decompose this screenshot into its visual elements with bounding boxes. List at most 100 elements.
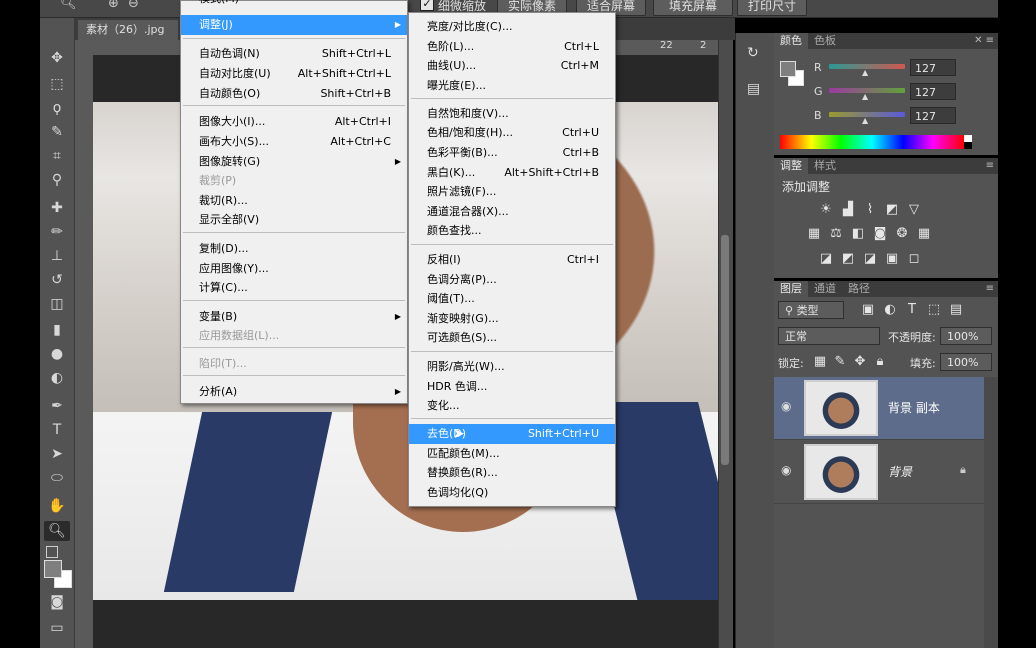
lock-position-icon[interactable]: ✥ (852, 355, 868, 369)
history-panel-icon[interactable]: ↻ (747, 45, 759, 61)
filter-adjustment-icon[interactable]: ◐ (882, 303, 898, 317)
adjust-submenu-item[interactable]: HDR 色调... (409, 377, 615, 397)
adjust-submenu-item[interactable]: 曲线(U)... Ctrl+M (409, 56, 615, 76)
opacity-field[interactable]: 100% (940, 327, 992, 345)
fill-screen-button[interactable]: 填充屏幕 (653, 0, 733, 16)
tab-swatches[interactable]: 色板 (808, 33, 842, 49)
move-tool-icon[interactable]: ✥ (44, 48, 70, 68)
lock-all-icon[interactable]: 🔒︎ (872, 355, 888, 369)
layer-row-background[interactable]: ◉ 背景 🔒︎ (774, 441, 984, 504)
zoom-tool-icon-selected[interactable]: 🔍︎ (44, 521, 70, 541)
document-tab[interactable]: 素材（26）.jpg @ (78, 20, 178, 56)
adjust-submenu-item[interactable]: 变化... (409, 396, 615, 416)
dodge-tool-icon[interactable]: ◐ (44, 368, 70, 388)
adjust-submenu-item[interactable]: 匹配颜色(M)... (409, 444, 615, 464)
foreground-color-swatch[interactable] (44, 560, 62, 578)
image-menu-item[interactable]: 分析(A) ▶ (181, 382, 407, 402)
image-menu-item[interactable]: 自动颜色(O) Shift+Ctrl+B (181, 84, 407, 104)
image-menu-item[interactable]: 裁切(R)... (181, 191, 407, 211)
zoom-in-icon[interactable]: ⊕ (108, 0, 119, 11)
pen-tool-icon[interactable]: ✒ (44, 396, 70, 416)
fg-color-swatch[interactable] (780, 61, 796, 77)
tab-styles[interactable]: 样式 (808, 158, 842, 174)
b-value[interactable]: 127 (910, 107, 956, 124)
levels-icon[interactable]: ▟ (840, 203, 856, 217)
scrollbar-thumb[interactable] (721, 235, 729, 465)
white-chip[interactable] (964, 135, 972, 142)
image-menu-item[interactable]: 调整(J) ▶ (181, 15, 407, 35)
black-white-icon[interactable]: ◧ (850, 227, 866, 241)
color-spectrum-ramp[interactable] (780, 135, 964, 149)
black-chip[interactable] (964, 142, 972, 149)
gradient-tool-icon[interactable]: ▮ (44, 320, 70, 340)
quick-select-tool-icon[interactable]: ✎ (44, 122, 70, 142)
adjust-submenu-item[interactable]: 色相/饱和度(H)... Ctrl+U (409, 123, 615, 143)
tab-paths[interactable]: 路径 (842, 281, 876, 297)
menu-item-mode-partial[interactable]: 模式(M) (181, 0, 407, 9)
lasso-tool-icon[interactable]: ϙ (44, 98, 70, 118)
hand-tool-icon[interactable]: ✋ (44, 496, 70, 516)
visibility-eye-icon[interactable]: ◉ (781, 463, 791, 477)
adjust-submenu-item[interactable]: 去色(D) Shift+Ctrl+U ➤ (409, 424, 615, 444)
r-slider-thumb[interactable]: ▲ (862, 68, 868, 77)
adjust-submenu-item[interactable]: 色阶(L)... Ctrl+L (409, 37, 615, 57)
adjust-submenu-item[interactable]: 色彩平衡(B)... Ctrl+B (409, 143, 615, 163)
tab-layers[interactable]: 图层 (774, 281, 808, 297)
fill-field[interactable]: 100% (940, 353, 992, 371)
filter-type-icon[interactable]: T (904, 303, 920, 317)
zoom-tool-icon[interactable]: 🔍︎ (60, 0, 77, 11)
adjust-submenu-item[interactable]: 颜色查找... (409, 221, 615, 241)
crop-tool-icon[interactable]: ⌗ (44, 146, 70, 166)
invert-icon[interactable]: ◪ (818, 252, 834, 266)
layer-name[interactable]: 背景 副本 (888, 399, 940, 416)
screen-mode-icon[interactable]: ▭ (44, 618, 70, 638)
tab-color[interactable]: 颜色 (774, 33, 808, 49)
adjust-submenu-item[interactable]: 色调均化(Q) (409, 483, 615, 503)
vibrance-icon[interactable]: ▽ (906, 203, 922, 217)
marquee-tool-icon[interactable]: ⬚ (44, 74, 70, 94)
filter-smart-object-icon[interactable]: ▤ (948, 303, 964, 317)
adjust-submenu-item[interactable]: 自然饱和度(V)... (409, 104, 615, 124)
image-menu-item[interactable]: 计算(C)... (181, 278, 407, 298)
adjust-submenu-item[interactable]: 亮度/对比度(C)... (409, 17, 615, 37)
ellipse-tool-icon[interactable]: ⬭ (44, 468, 70, 488)
image-menu-item[interactable]: 图像大小(I)... Alt+Ctrl+I (181, 112, 407, 132)
filter-shape-icon[interactable]: ⬚ (926, 303, 942, 317)
image-menu-item[interactable]: 变量(B) ▶ (181, 307, 407, 327)
adjust-submenu-item[interactable]: 黑白(K)... Alt+Shift+Ctrl+B (409, 163, 615, 183)
type-tool-icon[interactable]: T (44, 420, 70, 440)
layer-name[interactable]: 背景 (888, 463, 912, 480)
eraser-tool-icon[interactable]: ◫ (44, 294, 70, 314)
hue-saturation-icon[interactable]: ▦ (806, 227, 822, 241)
image-menu-item[interactable]: 画布大小(S)... Alt+Ctrl+C (181, 132, 407, 152)
adjust-submenu-item[interactable]: 通道混合器(X)... (409, 202, 615, 222)
brightness-icon[interactable]: ☀ (818, 203, 834, 217)
lock-transparent-icon[interactable]: ▦ (812, 355, 828, 369)
b-slider-thumb[interactable]: ▲ (862, 116, 868, 125)
layers-scrollbar[interactable] (984, 377, 998, 648)
adjust-submenu-item[interactable]: 阴影/高光(W)... (409, 357, 615, 377)
zoom-out-icon[interactable]: ⊖ (128, 0, 139, 11)
tab-channels[interactable]: 通道 (808, 281, 842, 297)
quick-mask-icon[interactable]: ◙ (44, 592, 70, 612)
exposure-icon[interactable]: ◩ (884, 203, 900, 217)
curves-icon[interactable]: ⌇ (862, 203, 878, 217)
lock-image-icon[interactable]: ✎ (832, 355, 848, 369)
photo-filter-icon[interactable]: ◙ (872, 227, 888, 241)
image-menu-item[interactable]: 应用图像(Y)... (181, 259, 407, 279)
adjust-submenu-item[interactable]: 阈值(T)... (409, 289, 615, 309)
selective-color-icon[interactable]: ◻ (906, 252, 922, 266)
color-lookup-icon[interactable]: ▦ (916, 227, 932, 241)
adjust-submenu-item[interactable]: 反相(I) Ctrl+I (409, 250, 615, 270)
adjust-submenu-item[interactable]: 可选颜色(S)... (409, 328, 615, 348)
image-menu-item[interactable]: 自动色调(N) Shift+Ctrl+L (181, 44, 407, 64)
r-value[interactable]: 127 (910, 59, 956, 76)
image-menu-item[interactable]: 复制(D)... (181, 239, 407, 259)
print-size-button[interactable]: 打印尺寸 (737, 0, 807, 16)
fine-zoom-checkbox[interactable]: ✓ (420, 0, 434, 11)
default-colors-icon[interactable] (46, 546, 58, 558)
g-slider-thumb[interactable]: ▲ (862, 92, 868, 101)
filter-pixel-icon[interactable]: ▣ (860, 303, 876, 317)
adjust-submenu-item[interactable]: 曝光度(E)... (409, 76, 615, 96)
tab-adjustments[interactable]: 调整 (774, 158, 808, 174)
